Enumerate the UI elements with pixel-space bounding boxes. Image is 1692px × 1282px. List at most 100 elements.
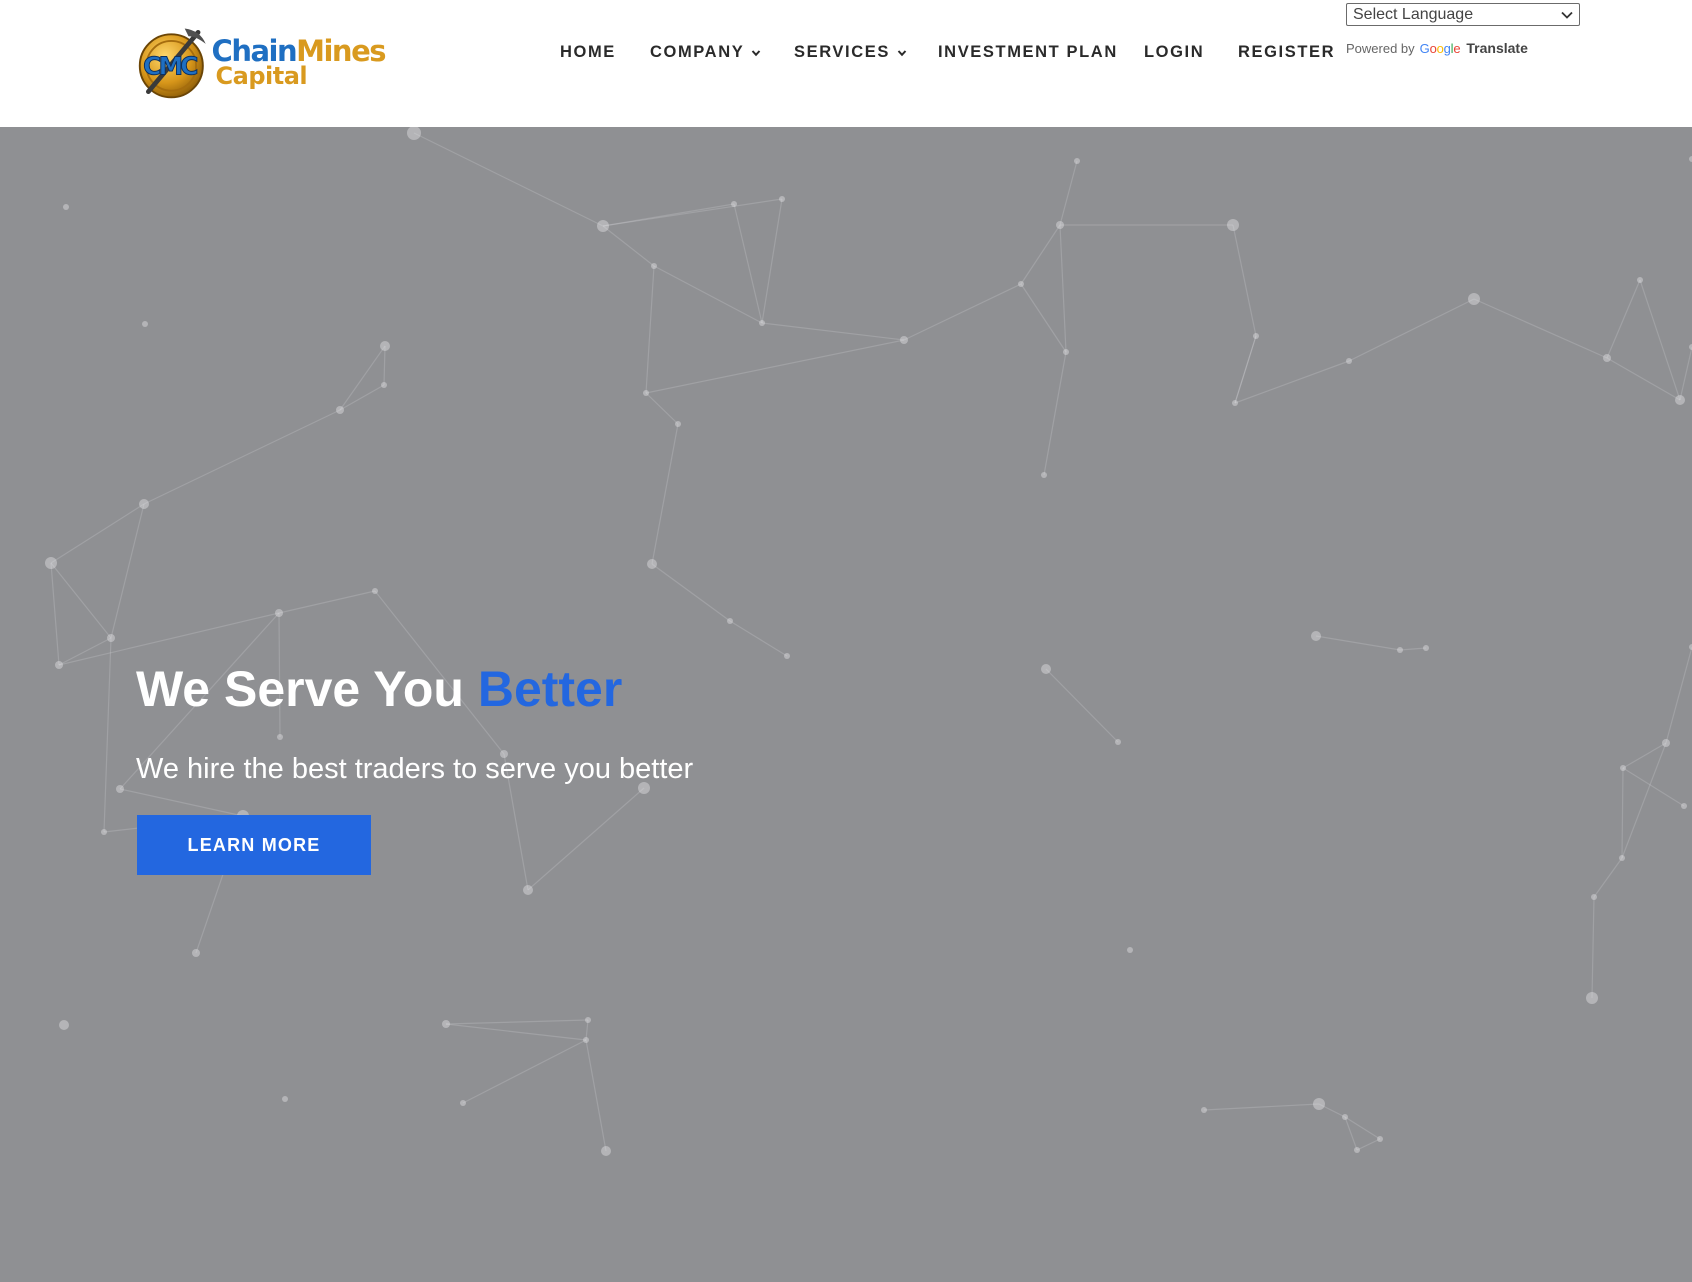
network-line [1399,647,1427,651]
network-node [727,618,733,624]
network-line [1234,335,1257,404]
network-node [585,1017,591,1023]
network-line [733,203,763,324]
network-node [1591,894,1597,900]
network-node [1253,333,1259,339]
network-line [585,1019,589,1041]
network-node [107,634,115,642]
hero-title-main: We Serve You [136,661,464,717]
network-line [278,590,376,614]
network-node [336,406,344,414]
network-line [58,612,280,666]
hero-section: We Serve You Better We hire the best tra… [0,127,1692,1282]
network-node [142,321,148,327]
network-node [1675,395,1685,405]
nav-home-label: HOME [560,43,616,61]
network-line [1591,896,1595,999]
network-node [1662,739,1670,747]
network-line [1232,224,1257,337]
network-node [1115,739,1121,745]
network-line [602,203,735,227]
network-node [759,320,765,326]
network-node [1586,992,1598,1004]
network-line [761,198,783,324]
network-line [1606,357,1681,401]
network-node [1681,803,1687,809]
network-line [1315,635,1401,651]
language-select[interactable]: Select Language [1346,3,1580,26]
network-line [527,787,645,891]
network-node [275,609,283,617]
network-node [647,559,657,569]
network-line [585,1039,607,1152]
network-line [1059,224,1067,353]
network-node [583,1037,589,1043]
network-node [1620,765,1626,771]
network-node [784,653,790,659]
network-node [380,341,390,351]
translate-link[interactable]: Translate [1466,40,1527,56]
network-line [1020,224,1061,285]
network-line [645,392,679,425]
network-line [645,265,655,394]
network-node [1232,400,1238,406]
nav-investment-plan[interactable]: INVESTMENT PLAN [938,43,1118,62]
network-line [1043,351,1067,476]
chevron-down-icon [1561,11,1573,19]
network-line [119,788,244,817]
network-line [1665,646,1692,744]
network-node [381,382,387,388]
network-line [339,384,385,411]
logo[interactable]: CMC ChainMines Capital [135,20,386,104]
network-line [651,563,731,622]
network-line [1679,346,1692,401]
network-node [282,1096,288,1102]
network-line [761,322,905,341]
nav-register[interactable]: REGISTER [1238,43,1335,62]
nav-services-label: SERVICES [794,43,890,61]
nav-login-label: LOGIN [1144,43,1205,61]
brand-name-mines: Mines [296,33,386,68]
network-node [1619,855,1625,861]
network-line [1059,160,1078,226]
network-node [1227,219,1239,231]
network-node [601,1146,611,1156]
nav-login[interactable]: LOGIN [1144,43,1204,62]
network-line [339,345,386,411]
network-node [523,885,533,895]
google-translate-widget: Select Language Powered by Google Transl… [1346,3,1580,56]
network-line [1203,1103,1320,1111]
network-line [729,620,788,657]
network-line [1622,767,1685,807]
network-line [1020,283,1067,353]
network-node [407,127,421,140]
network-line [602,225,655,267]
network-node [372,588,378,594]
nav-investment-plan-label: INVESTMENT PLAN [938,43,1118,61]
network-line [1356,1138,1381,1151]
learn-more-button[interactable]: LEARN MORE [137,815,371,875]
nav-home[interactable]: HOME [560,43,616,62]
network-node [192,949,200,957]
network-node [59,1020,69,1030]
network-line [462,1039,587,1104]
network-node [442,1020,450,1028]
network-line [653,265,763,324]
network-line [903,283,1022,341]
network-line [58,637,112,666]
nav-company[interactable]: COMPANY [650,43,761,62]
powered-by-google: Powered by Google Translate [1346,40,1580,56]
logo-coin-icon: CMC [138,28,206,99]
nav-services[interactable]: SERVICES [794,43,907,62]
network-node [1377,1136,1383,1142]
network-node [116,785,124,793]
network-node [1313,1098,1325,1110]
chevron-down-icon [752,49,761,56]
network-line [1473,298,1608,359]
network-line [1622,742,1667,769]
network-line [50,562,60,666]
nav-register-label: REGISTER [1238,43,1336,61]
network-line [1606,279,1641,359]
network-line [445,1019,589,1025]
network-node [460,1100,466,1106]
